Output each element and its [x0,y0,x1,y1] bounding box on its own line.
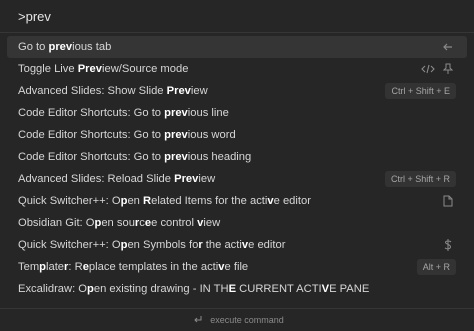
match-highlight: Prev [174,173,199,185]
label-text: ious word [187,129,236,141]
label-text: Excalidraw: O [18,283,88,295]
label-text: en existing drawing - IN TH [93,283,229,295]
code-icon[interactable] [420,61,436,77]
label-text: Advanced Slides: Reload Slide [18,173,175,185]
footer-label: execute command [210,315,284,325]
label-text: Quick Switcher++: O [18,239,121,251]
command-item[interactable]: Obsidian Git: Open sourcee control view [7,212,467,234]
label-text: Code Editor Shortcuts: Go to [18,129,165,141]
label-text: Advanced Slides: Show Slide [18,85,167,97]
label-text: the acti [202,239,242,251]
command-label: Excalidraw: Open existing drawing - IN T… [18,283,369,295]
label-text: elated Items for the acti [151,195,268,207]
match-highlight: E [228,283,237,295]
command-label: Quick Switcher++: Open Related Items for… [18,195,311,207]
command-label: Toggle Live Preview/Source mode [18,63,188,75]
command-item[interactable]: Code Editor Shortcuts: Go to previous li… [7,102,467,124]
match-highlight: V [321,283,330,295]
label-text: iew/Source mode [101,63,189,75]
label-text: Code Editor Shortcuts: Go to [18,151,165,163]
command-palette: Go to previous tab Toggle Live Preview/S… [0,0,474,331]
label-text: e control [151,217,198,229]
match-highlight: prev [164,107,188,119]
hotkey-badge: Ctrl + Shift + E [385,83,456,99]
label-text: ious heading [187,151,252,163]
command-item[interactable]: Code Editor Shortcuts: Go to previous wo… [7,124,467,146]
command-item[interactable]: Templater: Replace templates in the acti… [7,256,467,278]
command-label: Obsidian Git: Open sourcee control view [18,217,220,229]
command-label: Quick Switcher++: Open Symbols for the a… [18,239,285,251]
command-item[interactable]: Quick Switcher++: Open Related Items for… [7,190,467,212]
command-item[interactable]: Advanced Slides: Reload Slide Preview Ct… [7,168,467,190]
command-label: Code Editor Shortcuts: Go to previous li… [18,107,229,119]
label-text: e editor [273,195,311,207]
command-label: Advanced Slides: Show Slide Preview [18,85,208,97]
command-item[interactable]: Excalidraw: Open existing drawing - IN T… [7,278,467,300]
match-highlight: p [39,261,46,273]
label-text: ious line [187,107,229,119]
pin-icon[interactable] [440,61,456,77]
match-highlight: Prev [166,85,191,97]
hotkey-badge: Alt + R [416,259,456,275]
label-text: Code Editor Shortcuts: Go to [18,107,165,119]
command-label: Templater: Replace templates in the acti… [18,261,248,273]
label-text: Tem [18,261,40,273]
label-text: Obsidian Git: O [18,217,95,229]
match-highlight: prev [164,151,188,163]
label-text: iew [203,217,221,229]
label-text: en [127,195,143,207]
label-text: E PANE [329,283,370,295]
command-search-input[interactable] [18,8,456,24]
label-text: Go to [18,41,49,53]
label-text: Toggle Live [18,63,78,75]
search-row [0,0,474,33]
command-label: Advanced Slides: Reload Slide Preview [18,173,215,185]
label-text: en Symbols fo [127,239,199,251]
label-text: place templates in the acti [88,261,219,273]
command-label: Go to previous tab [18,41,111,53]
hotkey-badge: Ctrl + Shift + R [384,171,456,187]
command-item[interactable]: Go to previous tab [7,36,467,58]
command-item[interactable]: Quick Switcher++: Open Symbols for the a… [7,234,467,256]
file-icon[interactable] [440,193,456,209]
match-highlight: Prev [77,63,102,75]
match-highlight: R [143,195,152,207]
label-text: e editor [248,239,286,251]
command-item[interactable]: Code Editor Shortcuts: Go to previous he… [7,146,467,168]
command-label: Code Editor Shortcuts: Go to previous wo… [18,129,236,141]
label-text: en sou [101,217,135,229]
enter-icon [190,312,206,328]
label-text: Quick Switcher++: O [18,195,121,207]
match-highlight: p [87,283,94,295]
command-item[interactable]: Advanced Slides: Show Slide Preview Ctrl… [7,80,467,102]
footer-hint: execute command [0,308,474,331]
command-label: Code Editor Shortcuts: Go to previous he… [18,151,251,163]
label-text: : R [68,261,83,273]
command-list: Go to previous tab Toggle Live Preview/S… [7,36,467,300]
match-highlight: prev [48,41,73,53]
command-item[interactable]: Toggle Live Preview/Source mode [7,58,467,80]
arrow-left-icon[interactable] [440,39,456,55]
dollar-icon[interactable] [440,237,456,253]
label-text: CURRENT ACTI [236,283,322,295]
match-highlight: prev [164,129,188,141]
label-text: ious tab [72,41,112,53]
label-text: iew [198,173,216,185]
label-text: late [45,261,65,273]
label-text: e file [224,261,249,273]
label-text: iew [190,85,208,97]
